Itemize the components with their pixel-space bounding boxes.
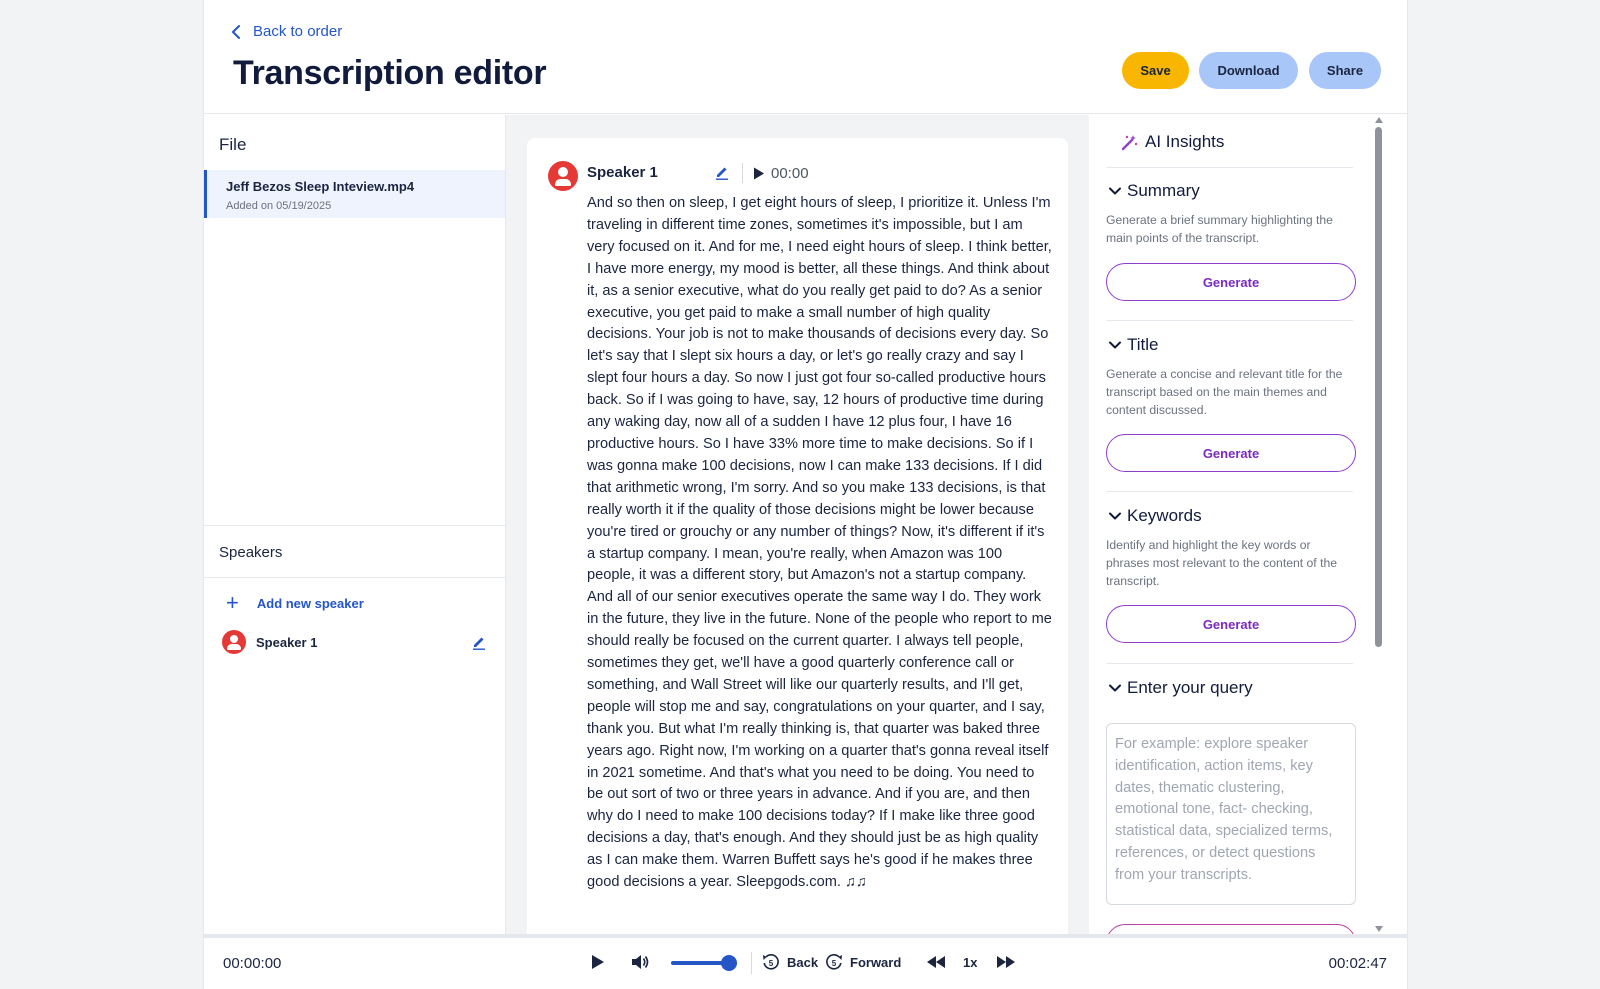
skip-back-button[interactable]: 5 Back: [761, 950, 818, 974]
submit-query-button[interactable]: [1106, 924, 1356, 934]
volume-icon: [630, 953, 650, 971]
scroll-down-icon[interactable]: [1375, 926, 1383, 932]
keywords-description: Identify and highlight the key words or …: [1106, 536, 1356, 590]
file-added-date: Added on 05/19/2025: [226, 200, 331, 212]
back-to-order-link[interactable]: Back to order: [231, 23, 342, 40]
summary-title: Summary: [1127, 181, 1200, 201]
share-button[interactable]: Share: [1309, 52, 1381, 89]
file-list-item[interactable]: Jeff Bezos Sleep Inteview.mp4 Added on 0…: [204, 170, 505, 218]
download-button[interactable]: Download: [1199, 52, 1298, 89]
title-description: Generate a concise and relevant title fo…: [1106, 365, 1356, 419]
add-speaker-label: Add new speaker: [257, 596, 364, 611]
scroll-up-icon[interactable]: [1375, 117, 1383, 123]
play-icon: [591, 954, 605, 970]
chevron-down-icon: [1109, 186, 1121, 196]
query-input[interactable]: [1106, 723, 1356, 905]
ai-insights-header: AI Insights: [1121, 132, 1224, 152]
title-toggle[interactable]: Title: [1109, 335, 1356, 355]
play-segment-icon[interactable]: [753, 167, 765, 180]
file-heading: File: [219, 135, 246, 155]
query-title: Enter your query: [1127, 678, 1253, 698]
audio-player: 00:00:00 5 Back 5: [204, 934, 1407, 989]
transcript-card: Speaker 1 00:00 And so then on sleep, I …: [527, 138, 1068, 934]
app-window: Back to order Transcription editor Save …: [203, 0, 1408, 989]
divider: [1106, 320, 1353, 321]
query-toggle[interactable]: Enter your query: [1109, 678, 1356, 698]
left-panel: File Jeff Bezos Sleep Inteview.mp4 Added…: [204, 115, 506, 934]
divider: [1106, 167, 1353, 168]
duration: 00:02:47: [1329, 955, 1387, 972]
ai-insights-panel: AI Insights Summary Generate a brief sum…: [1089, 115, 1409, 934]
keywords-title: Keywords: [1127, 506, 1202, 526]
generate-title-button[interactable]: Generate: [1106, 434, 1356, 472]
divider: [204, 577, 505, 578]
summary-description: Generate a brief summary highlighting th…: [1106, 211, 1356, 247]
playback-speed[interactable]: 1x: [963, 950, 977, 974]
title-section-title: Title: [1127, 335, 1159, 355]
divider: [1106, 663, 1353, 664]
transcript-panel: Speaker 1 00:00 And so then on sleep, I …: [506, 115, 1089, 934]
volume-button[interactable]: [630, 950, 650, 974]
file-name: Jeff Bezos Sleep Inteview.mp4: [226, 179, 414, 194]
keywords-section: Keywords Identify and highlight the key …: [1106, 506, 1356, 646]
speakers-section: Speakers + Add new speaker Speaker 1: [204, 525, 505, 526]
segment-timestamp[interactable]: 00:00: [771, 165, 809, 182]
back-link-label: Back to order: [253, 23, 342, 40]
speaker-list-item[interactable]: Speaker 1: [222, 628, 487, 656]
ai-insights-title: AI Insights: [1145, 132, 1224, 152]
page-title: Transcription editor: [233, 54, 546, 93]
rewind-seconds-label: 5: [769, 959, 774, 968]
rewind-icon: [926, 955, 946, 969]
summary-section: Summary Generate a brief summary highlig…: [1106, 181, 1356, 301]
speakers-heading: Speakers: [219, 544, 282, 561]
page-header: Back to order Transcription editor Save …: [204, 0, 1407, 114]
title-section: Title Generate a concise and relevant ti…: [1106, 335, 1356, 475]
slower-button[interactable]: [926, 950, 946, 974]
speaker-name: Speaker 1: [256, 635, 317, 650]
edit-speaker-icon[interactable]: [714, 164, 730, 180]
volume-slider-thumb[interactable]: [721, 955, 737, 971]
transcript-text[interactable]: And so then on sleep, I get eight hours …: [587, 193, 1052, 894]
play-button[interactable]: [591, 950, 605, 974]
speed-value: 1x: [963, 955, 977, 970]
transcript-speaker-name: Speaker 1: [587, 164, 658, 181]
keywords-toggle[interactable]: Keywords: [1109, 506, 1356, 526]
chevron-left-icon: [231, 25, 243, 39]
current-time: 00:00:00: [223, 955, 281, 972]
generate-summary-button[interactable]: Generate: [1106, 263, 1356, 301]
chevron-down-icon: [1109, 511, 1121, 521]
add-speaker-button[interactable]: + Add new speaker: [226, 594, 364, 612]
divider: [751, 952, 752, 974]
rewind-5-icon: 5: [761, 952, 781, 972]
divider: [742, 163, 743, 183]
chevron-down-icon: [1109, 683, 1121, 693]
query-section: Enter your query: [1106, 678, 1356, 708]
save-button[interactable]: Save: [1122, 52, 1189, 89]
fast-forward-icon: [996, 955, 1016, 969]
chevron-down-icon: [1109, 340, 1121, 350]
faster-button[interactable]: [996, 950, 1016, 974]
forward-label: Forward: [850, 955, 901, 970]
generate-keywords-button[interactable]: Generate: [1106, 605, 1356, 643]
back-label: Back: [787, 955, 818, 970]
speaker-avatar-icon: [222, 630, 246, 654]
speaker-avatar-icon: [548, 161, 578, 191]
divider: [1106, 491, 1353, 492]
ai-panel-scrollbar[interactable]: [1375, 127, 1382, 647]
plus-icon: +: [226, 594, 239, 612]
forward-5-icon: 5: [824, 952, 844, 972]
summary-toggle[interactable]: Summary: [1109, 181, 1356, 201]
skip-forward-button[interactable]: 5 Forward: [824, 950, 901, 974]
edit-speaker-icon[interactable]: [471, 634, 487, 650]
forward-seconds-label: 5: [832, 959, 837, 968]
magic-wand-icon: [1121, 133, 1139, 151]
